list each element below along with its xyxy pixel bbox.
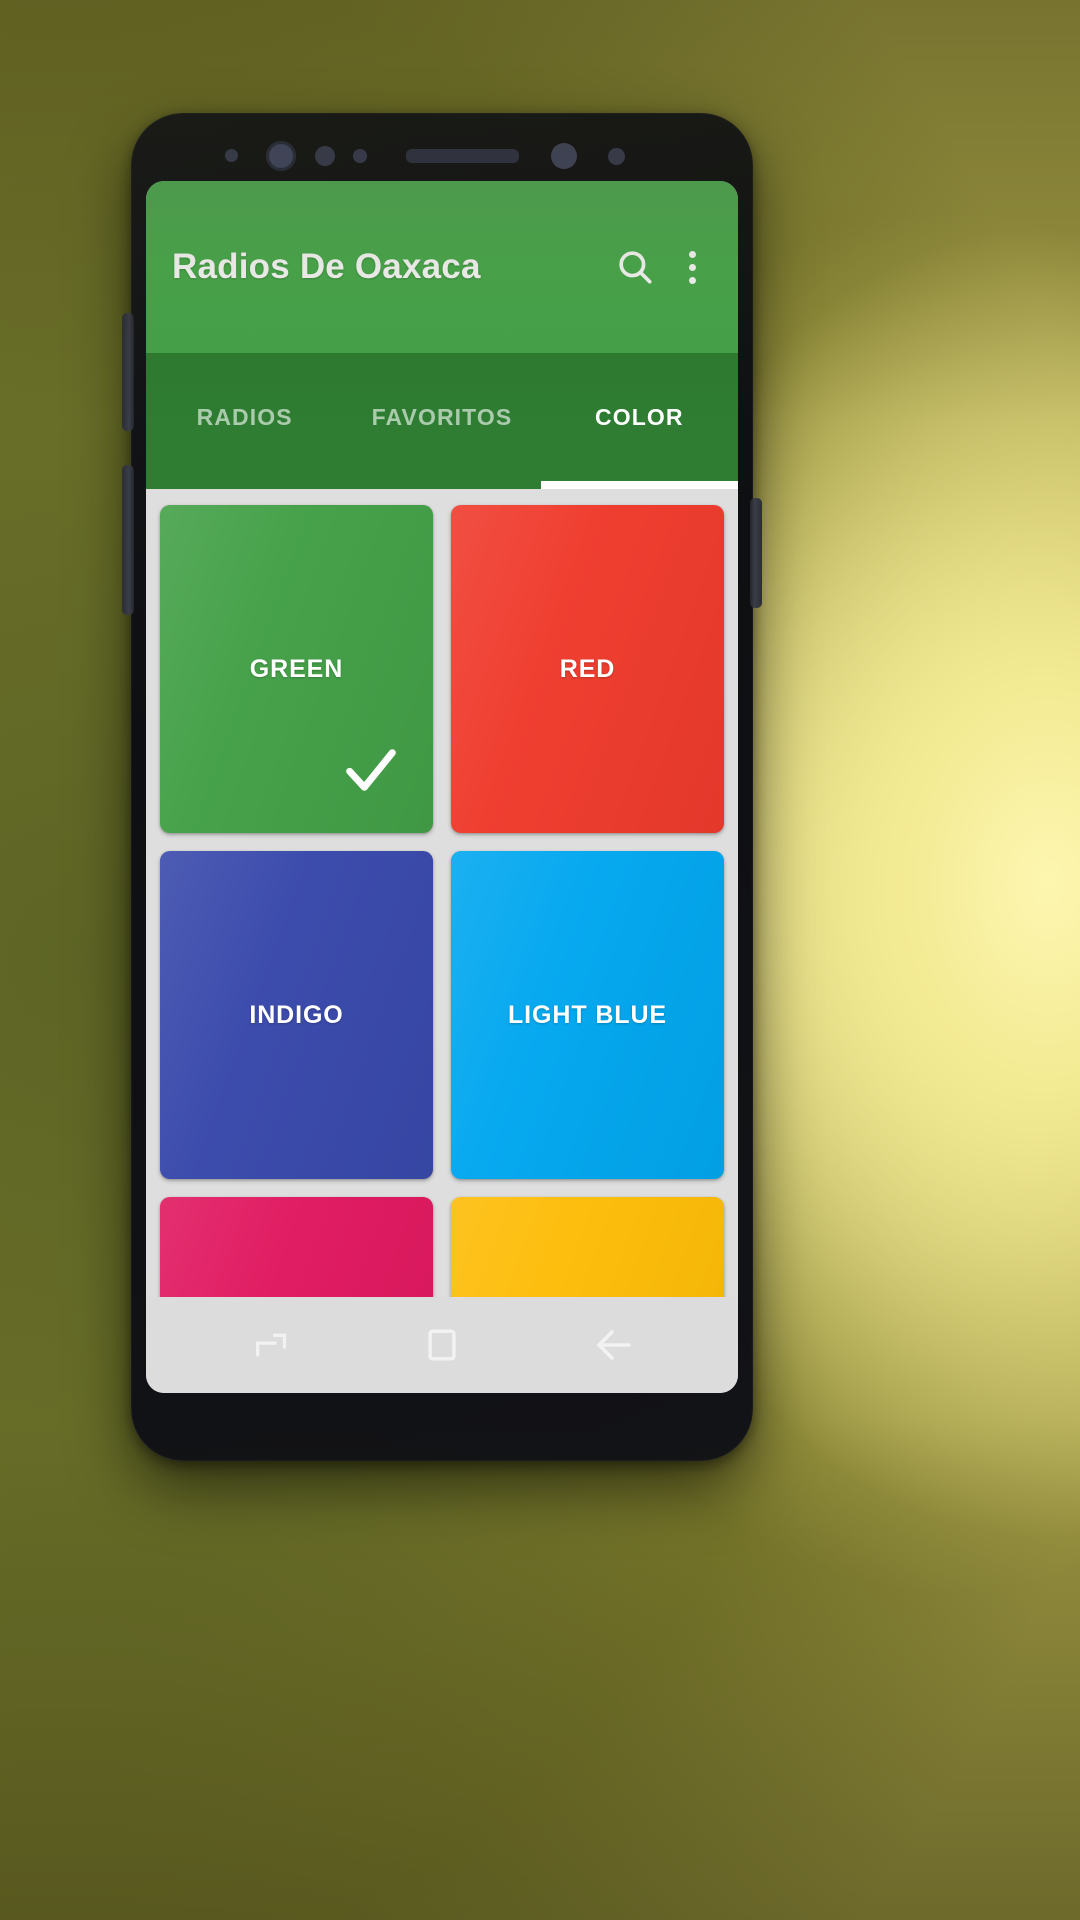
front-camera-lens xyxy=(266,141,296,171)
volume-button[interactable] xyxy=(122,465,134,615)
tile-sheen xyxy=(451,1197,724,1297)
home-square-icon[interactable] xyxy=(402,1305,482,1385)
search-icon[interactable] xyxy=(608,240,662,294)
color-tile-amber[interactable]: AMBER xyxy=(451,1197,724,1297)
color-tile-red[interactable]: RED xyxy=(451,505,724,833)
recents-icon[interactable] xyxy=(231,1305,311,1385)
tab-radios[interactable]: RADIOS xyxy=(146,353,343,489)
back-arrow-icon[interactable] xyxy=(573,1305,653,1385)
page-title: Radios De Oaxaca xyxy=(172,247,481,286)
system-navigation-bar xyxy=(146,1297,738,1393)
power-button[interactable] xyxy=(750,498,762,608)
color-tile-green[interactable]: GREEN xyxy=(160,505,433,833)
tab-color[interactable]: COLOR xyxy=(541,353,738,489)
tab-radios-label: RADIOS xyxy=(196,403,293,430)
color-tile-pink[interactable]: PINK xyxy=(160,1197,433,1297)
tile-sheen xyxy=(160,1197,433,1297)
app-toolbar: Radios De Oaxaca xyxy=(146,181,738,353)
color-tile-indigo[interactable]: INDIGO xyxy=(160,851,433,1179)
tab-color-label: COLOR xyxy=(595,403,684,430)
color-tile-grid: GREEN RED INDIGO LIGHT BLUE xyxy=(160,505,724,1297)
color-tile-light-blue[interactable]: LIGHT BLUE xyxy=(451,851,724,1179)
color-tile-label: INDIGO xyxy=(249,1000,344,1029)
earpiece-speaker xyxy=(406,149,519,163)
wallpaper-background: Radios De Oaxaca RADIOS FAVORITOS COLOR … xyxy=(0,0,1080,1920)
phone-device-frame: Radios De Oaxaca RADIOS FAVORITOS COLOR … xyxy=(122,113,762,1461)
color-tile-label: GREEN xyxy=(249,654,344,683)
sensor-dot-medium xyxy=(315,146,335,166)
sensor-dot-small-3 xyxy=(608,148,625,165)
bixby-button[interactable] xyxy=(122,313,134,431)
tab-bar: RADIOS FAVORITOS COLOR xyxy=(146,353,738,489)
sensor-dot-small-1 xyxy=(225,149,238,162)
tab-active-indicator xyxy=(540,481,738,489)
tab-favoritos[interactable]: FAVORITOS xyxy=(343,353,540,489)
device-sensor-strip xyxy=(131,113,753,187)
overflow-menu-icon[interactable] xyxy=(672,240,712,294)
check-icon xyxy=(339,738,403,809)
iris-scanner xyxy=(551,143,577,169)
tab-favoritos-label: FAVORITOS xyxy=(371,403,513,430)
sensor-dot-small-2 xyxy=(353,149,367,163)
phone-screen: Radios De Oaxaca RADIOS FAVORITOS COLOR … xyxy=(146,181,738,1393)
color-tile-label: RED xyxy=(559,654,616,683)
color-picker-content: GREEN RED INDIGO LIGHT BLUE xyxy=(146,489,738,1297)
color-tile-label: LIGHT BLUE xyxy=(508,1000,667,1029)
